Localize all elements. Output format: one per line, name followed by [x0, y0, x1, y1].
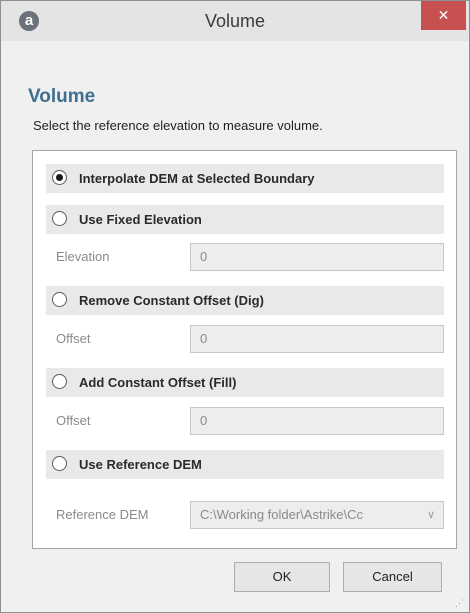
page-title: Volume	[28, 86, 96, 107]
dig-offset-input[interactable]: 0	[190, 325, 444, 353]
radio-button[interactable]	[52, 456, 67, 471]
reference-dem-select[interactable]: C:\Working folder\Astrike\Cc ∨	[190, 501, 444, 529]
cancel-button[interactable]: Cancel	[343, 562, 442, 592]
window-title: Volume	[204, 11, 266, 31]
resize-grip-icon[interactable]: ⋰	[455, 598, 465, 608]
option-interpolate-dem[interactable]: Interpolate DEM at Selected Boundary	[46, 164, 444, 193]
option-label: Add Constant Offset (Fill)	[79, 375, 237, 390]
option-fixed-elevation[interactable]: Use Fixed Elevation	[46, 205, 444, 234]
radio-button-selected[interactable]	[52, 170, 67, 185]
radio-button[interactable]	[52, 374, 67, 389]
close-icon: ✕	[437, 7, 450, 23]
option-remove-offset-dig[interactable]: Remove Constant Offset (Dig)	[46, 286, 444, 315]
page-subtitle: Select the reference elevation to measur…	[33, 118, 323, 133]
fill-offset-label: Offset	[56, 413, 91, 428]
title-bar[interactable]: a Volume ✕	[1, 1, 469, 41]
option-label: Use Fixed Elevation	[79, 212, 202, 227]
fill-offset-input[interactable]: 0	[190, 407, 444, 435]
option-reference-dem[interactable]: Use Reference DEM	[46, 450, 444, 479]
radio-button[interactable]	[52, 292, 67, 307]
option-add-offset-fill[interactable]: Add Constant Offset (Fill)	[46, 368, 444, 397]
reference-dem-value: C:\Working folder\Astrike\Cc	[200, 507, 364, 522]
close-button[interactable]: ✕	[421, 1, 466, 30]
elevation-input[interactable]: 0	[190, 243, 444, 271]
option-label: Remove Constant Offset (Dig)	[79, 293, 264, 308]
dig-offset-label: Offset	[56, 331, 91, 346]
option-label: Use Reference DEM	[79, 457, 202, 472]
reference-dem-label: Reference DEM	[56, 507, 149, 522]
radio-button[interactable]	[52, 211, 67, 226]
chevron-down-icon[interactable]: ∨	[427, 502, 435, 528]
elevation-label: Elevation	[56, 249, 110, 264]
option-label: Interpolate DEM at Selected Boundary	[79, 171, 315, 186]
ok-button[interactable]: OK	[234, 562, 330, 592]
